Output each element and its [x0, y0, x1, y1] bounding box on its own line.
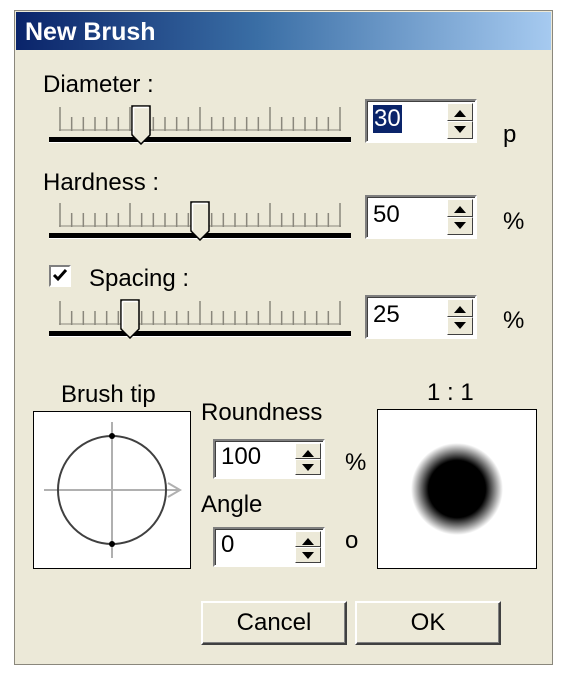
spacing-spinbox[interactable]: 25 [365, 295, 477, 339]
diameter-slider[interactable] [49, 99, 351, 151]
preview-scale-label: 1 : 1 [427, 379, 474, 406]
hardness-up-arrow-icon[interactable] [447, 199, 473, 217]
roundness-value[interactable]: 100 [221, 443, 261, 471]
diameter-unit: p [503, 121, 517, 148]
diameter-down-arrow-icon[interactable] [447, 121, 473, 139]
angle-up-arrow-icon[interactable] [295, 531, 321, 547]
spacing-checkbox[interactable] [49, 265, 71, 287]
spacing-label: Spacing : [89, 265, 190, 292]
roundness-unit: % [345, 449, 367, 476]
hardness-slider[interactable] [49, 195, 351, 247]
title-bar[interactable]: New Brush [16, 12, 551, 50]
diameter-value[interactable]: 30 [373, 105, 402, 133]
angle-down-arrow-icon[interactable] [295, 547, 321, 563]
roundness-up-arrow-icon[interactable] [295, 443, 321, 459]
dialog-title: New Brush [25, 18, 156, 46]
diameter-label: Diameter : [43, 71, 154, 98]
diameter-up-arrow-icon[interactable] [447, 103, 473, 121]
angle-value[interactable]: 0 [221, 531, 234, 559]
diameter-spinbox[interactable]: 30 [365, 99, 477, 143]
spacing-slider-ticks [59, 301, 341, 325]
diameter-slider-ticks [59, 107, 341, 131]
spacing-slider-thumb[interactable] [119, 299, 140, 339]
spacing-slider-track [49, 331, 351, 337]
hardness-slider-thumb[interactable] [190, 201, 210, 241]
roundness-down-arrow-icon[interactable] [295, 459, 321, 475]
spacing-slider[interactable] [49, 293, 351, 345]
angle-label: Angle [201, 491, 263, 518]
angle-unit: o [345, 527, 359, 554]
angle-spinbox[interactable]: 0 [213, 527, 325, 567]
brush-tip-label: Brush tip [61, 381, 156, 408]
ok-button[interactable]: OK [355, 601, 501, 645]
spacing-unit: % [503, 307, 525, 334]
hardness-label: Hardness : [43, 169, 160, 196]
hardness-value[interactable]: 50 [373, 201, 400, 229]
brush-preview-icon [411, 443, 503, 535]
spacing-down-arrow-icon[interactable] [447, 317, 473, 335]
brush-preview-panel [377, 409, 537, 569]
roundness-spinbox[interactable]: 100 [213, 439, 325, 479]
brush-tip-panel[interactable] [33, 411, 191, 569]
new-brush-dialog: New Brush Diameter : 30 p Hardness : 50 [14, 10, 553, 665]
roundness-label: Roundness [201, 399, 323, 426]
hardness-down-arrow-icon[interactable] [447, 217, 473, 235]
hardness-spinbox[interactable]: 50 [365, 195, 477, 239]
spacing-up-arrow-icon[interactable] [447, 299, 473, 317]
checkmark-icon [52, 269, 68, 282]
diameter-slider-thumb[interactable] [131, 105, 151, 145]
spacing-value[interactable]: 25 [373, 301, 400, 329]
brush-tip-ellipse-icon [44, 422, 182, 558]
hardness-unit: % [503, 208, 525, 235]
diameter-slider-track [49, 137, 351, 143]
cancel-button[interactable]: Cancel [201, 601, 347, 645]
